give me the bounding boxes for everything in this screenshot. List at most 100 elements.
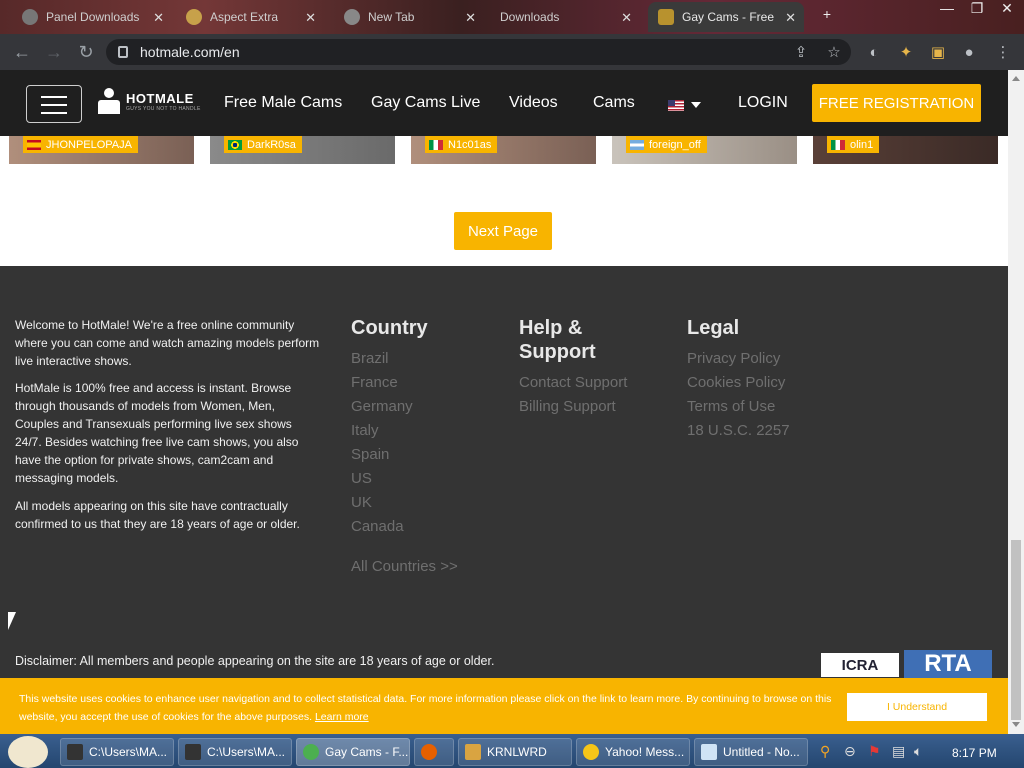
model-tag: olin1 bbox=[827, 136, 880, 153]
share-icon[interactable]: ⇪ bbox=[790, 41, 812, 63]
clock[interactable]: 8:17 PM bbox=[952, 746, 997, 760]
back-icon[interactable]: ← bbox=[6, 36, 38, 68]
next-page-button[interactable]: Next Page bbox=[454, 212, 552, 250]
legal-heading: Legal bbox=[687, 317, 740, 339]
url-input[interactable]: hotmale.com/en bbox=[106, 39, 851, 65]
country-link[interactable]: Brazil bbox=[351, 350, 389, 367]
taskbar-item-active[interactable]: Gay Cams - F... bbox=[296, 738, 410, 766]
taskbar-item[interactable]: C:\Users\MA... bbox=[178, 738, 292, 766]
help-heading: Help & bbox=[519, 317, 583, 339]
usc-2257-link[interactable]: 18 U.S.C. 2257 bbox=[687, 422, 790, 439]
model-tag: JHONPELOPAJA bbox=[23, 136, 138, 153]
privacy-policy-link[interactable]: Privacy Policy bbox=[687, 350, 780, 367]
close-icon[interactable]: ✕ bbox=[465, 10, 476, 26]
new-tab-icon[interactable]: + bbox=[812, 6, 842, 26]
logo-icon bbox=[98, 88, 120, 114]
terms-of-use-link[interactable]: Terms of Use bbox=[687, 398, 775, 415]
nav-gay-cams-live[interactable]: Gay Cams Live bbox=[371, 94, 480, 112]
puzzle-extensions-icon[interactable]: ✦ bbox=[895, 41, 917, 63]
country-link[interactable]: France bbox=[351, 374, 398, 391]
taskbar-label: C:\Users\MA... bbox=[207, 745, 286, 759]
tray-icon[interactable]: ⊖ bbox=[844, 743, 856, 760]
taskbar-item[interactable]: KRNLWRD bbox=[458, 738, 572, 766]
country-link[interactable]: Italy bbox=[351, 422, 379, 439]
menu-line bbox=[41, 96, 67, 98]
scroll-up-icon[interactable] bbox=[1012, 76, 1020, 81]
tab-favicon-icon bbox=[22, 9, 38, 25]
search-icon[interactable]: ⚲ bbox=[820, 743, 830, 760]
taskbar-label: Yahoo! Mess... bbox=[605, 745, 685, 759]
model-thumbnail[interactable]: N1c01as bbox=[411, 136, 596, 164]
nav-cams[interactable]: Cams bbox=[593, 94, 635, 112]
chevron-down-icon[interactable] bbox=[691, 102, 701, 108]
italy-flag-icon bbox=[429, 139, 443, 150]
about-paragraph: Welcome to HotMale! We're a free online … bbox=[15, 318, 320, 368]
country-link[interactable]: Spain bbox=[351, 446, 389, 463]
about-paragraph: All models appearing on this site have c… bbox=[15, 499, 300, 531]
page-scrollbar[interactable] bbox=[1008, 70, 1024, 734]
model-thumbnail[interactable]: JHONPELOPAJA bbox=[9, 136, 194, 164]
close-icon[interactable]: ✕ bbox=[153, 10, 164, 26]
all-countries-link[interactable]: All Countries >> bbox=[351, 558, 458, 575]
country-link[interactable]: Germany bbox=[351, 398, 413, 415]
rta-badge[interactable]: RTA bbox=[904, 650, 992, 678]
cookie-message: This website uses cookies to enhance use… bbox=[19, 693, 832, 723]
free-registration-button[interactable]: FREE REGISTRATION bbox=[812, 84, 981, 122]
contact-support-link[interactable]: Contact Support bbox=[519, 374, 627, 391]
login-link[interactable]: LOGIN bbox=[738, 94, 788, 112]
site-logo[interactable]: HOTMALE GUYS YOU NOT TO HANDLE bbox=[98, 88, 201, 114]
browser-tab-active[interactable]: Gay Cams - Free ✕ bbox=[648, 2, 804, 32]
language-flag-icon[interactable] bbox=[668, 100, 684, 111]
icra-badge[interactable]: ICRA bbox=[820, 652, 900, 678]
minimize-icon[interactable]: — bbox=[932, 0, 962, 20]
taskbar-item[interactable]: C:\Users\MA... bbox=[60, 738, 174, 766]
i-understand-button[interactable]: I Understand bbox=[847, 693, 987, 721]
profile-avatar-icon[interactable]: ● bbox=[958, 41, 980, 63]
bookmark-star-icon[interactable]: ☆ bbox=[823, 41, 845, 63]
browser-tab[interactable]: Downloads ✕ bbox=[490, 2, 640, 32]
close-icon[interactable]: ✕ bbox=[621, 10, 632, 26]
billing-support-link[interactable]: Billing Support bbox=[519, 398, 616, 415]
country-link[interactable]: US bbox=[351, 470, 372, 487]
scroll-down-icon[interactable] bbox=[1012, 722, 1020, 727]
url-text: hotmale.com/en bbox=[140, 44, 240, 60]
cookie-banner: This website uses cookies to enhance use… bbox=[0, 678, 1008, 734]
model-name: olin1 bbox=[850, 138, 874, 151]
browser-tab[interactable]: Aspect Extra ✕ bbox=[176, 2, 324, 32]
learn-more-link[interactable]: Learn more bbox=[315, 711, 369, 723]
close-icon[interactable]: ✕ bbox=[785, 10, 796, 26]
start-button[interactable] bbox=[8, 736, 48, 768]
sidepanel-icon[interactable]: ▣ bbox=[927, 41, 949, 63]
model-thumbnail[interactable]: DarkR0sa bbox=[210, 136, 395, 164]
browser-tab[interactable]: New Tab ✕ bbox=[334, 2, 484, 32]
disclaimer-text: Disclaimer: All members and people appea… bbox=[15, 654, 495, 668]
hamburger-menu-button[interactable] bbox=[26, 85, 82, 123]
model-thumbnail[interactable]: olin1 bbox=[813, 136, 998, 164]
cookies-policy-link[interactable]: Cookies Policy bbox=[687, 374, 785, 391]
network-icon[interactable]: ▤ bbox=[892, 743, 905, 760]
taskbar-item[interactable] bbox=[414, 738, 454, 766]
scroll-thumb[interactable] bbox=[1011, 540, 1021, 720]
taskbar-label: Untitled - No... bbox=[723, 745, 800, 759]
taskbar-item[interactable]: Untitled - No... bbox=[694, 738, 808, 766]
extension-icon[interactable]: ◐ bbox=[863, 41, 885, 63]
country-link[interactable]: Canada bbox=[351, 518, 404, 535]
taskbar-item[interactable]: Yahoo! Mess... bbox=[576, 738, 690, 766]
menu-kebab-icon[interactable]: ⋮ bbox=[992, 41, 1014, 63]
restore-icon[interactable]: ❐ bbox=[962, 0, 992, 20]
reload-icon[interactable]: ↻ bbox=[70, 36, 102, 68]
nav-videos[interactable]: Videos bbox=[509, 94, 558, 112]
browser-tab[interactable]: Panel Downloads ✕ bbox=[12, 2, 172, 32]
country-link[interactable]: UK bbox=[351, 494, 372, 511]
browser-tab-strip: Panel Downloads ✕ Aspect Extra ✕ New Tab… bbox=[0, 0, 1024, 34]
chrome-icon bbox=[303, 744, 319, 760]
app-icon bbox=[465, 744, 481, 760]
model-thumbnail[interactable]: foreign_off bbox=[612, 136, 797, 164]
nav-free-male-cams[interactable]: Free Male Cams bbox=[224, 94, 342, 112]
volume-icon[interactable]: 🔈︎ bbox=[914, 743, 922, 760]
security-tray-icon[interactable]: ⚑ bbox=[868, 743, 881, 760]
tab-label: Downloads bbox=[500, 10, 560, 24]
close-icon[interactable]: ✕ bbox=[305, 10, 316, 26]
forward-icon[interactable]: → bbox=[38, 36, 70, 68]
close-window-icon[interactable]: ✕ bbox=[992, 0, 1022, 20]
